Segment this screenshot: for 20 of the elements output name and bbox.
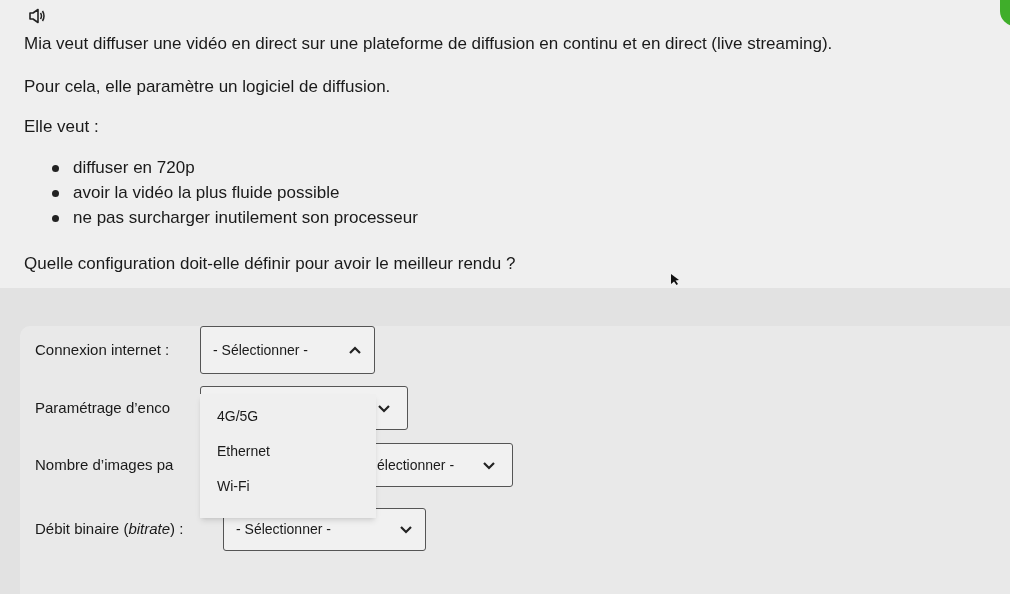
bullet-text: avoir la vidéo la plus fluide possible — [73, 182, 340, 205]
field-label: Débit binaire (bitrate) : — [35, 519, 185, 540]
intro-text: Pour cela, elle paramètre un logiciel de diffusion. — [24, 75, 392, 98]
menu-option[interactable]: Ethernet — [217, 443, 376, 459]
bullet-text: ne pas surcharger inutilement son processeur — [73, 207, 418, 230]
bullet-text: diffuser en 720p — [73, 157, 195, 180]
field-label: Nombre d’images pa — [35, 454, 175, 475]
intro-text: Elle veut : — [24, 116, 100, 138]
menu-option[interactable]: 4G/5G — [217, 408, 376, 424]
select-field[interactable]: - Sélectionner - — [200, 326, 375, 374]
select-value: - Sélectionner - — [236, 520, 331, 539]
menu-option[interactable]: Wi-Fi — [217, 478, 376, 494]
field-label: Connexion internet : — [35, 339, 171, 360]
question-text: Quelle configuration doit-elle définir pour avoir le meilleur rendu ? — [24, 253, 516, 276]
select-value: - Sélectionner - — [213, 340, 308, 360]
field-label: Paramétrage d’enco — [35, 397, 172, 418]
speaker-icon[interactable] — [28, 8, 46, 24]
intro-text: Mia veut diffuser une vidéo en direct sur une plateforme de diffusion en continu et en direct (live streaming). — [24, 33, 834, 55]
select-value: électionner - — [377, 455, 455, 475]
mouse-cursor-icon — [670, 272, 681, 286]
